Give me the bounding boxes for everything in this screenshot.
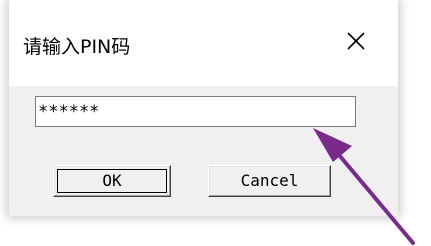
pin-dialog: 请输入PIN码 OK Cancel — [9, 0, 398, 216]
dialog-titlebar: 请输入PIN码 — [9, 0, 398, 86]
screenshot-stage: 请输入PIN码 OK Cancel — [0, 0, 431, 246]
dialog-title: 请输入PIN码 — [23, 36, 131, 58]
cancel-button[interactable]: Cancel — [208, 165, 331, 197]
close-button[interactable] — [339, 24, 373, 58]
cancel-button-label: Cancel — [240, 171, 299, 190]
pin-input[interactable] — [35, 96, 356, 127]
ok-button[interactable]: OK — [53, 165, 171, 197]
close-icon — [347, 32, 365, 50]
ok-button-label: OK — [102, 171, 122, 190]
dialog-body: OK Cancel — [9, 86, 398, 216]
